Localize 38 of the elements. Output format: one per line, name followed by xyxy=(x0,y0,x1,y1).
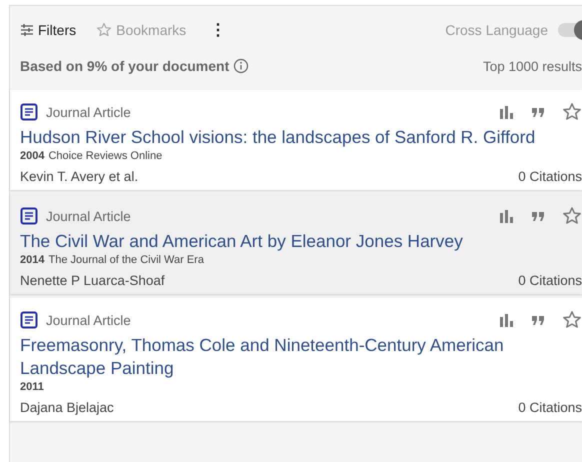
article-type: Journal Article xyxy=(46,312,131,328)
filters-button[interactable]: Filters xyxy=(20,22,76,38)
star-icon[interactable] xyxy=(562,206,582,226)
authors: Nenette P Luarca-Shoaf xyxy=(20,273,165,288)
cross-language-toggle[interactable] xyxy=(558,23,582,37)
bar-chart-icon[interactable] xyxy=(498,312,514,328)
bar-chart-icon[interactable] xyxy=(498,104,514,120)
authors: Kevin T. Avery et al. xyxy=(20,169,138,184)
toggle-label: Cross Language xyxy=(445,22,548,38)
star-icon xyxy=(96,22,112,38)
result-card[interactable]: Journal Article Hudson River School visions: the landscapes of Sanford R. Gifford 2004 Choice Reviews Online Kevin T. Avery et al. 0 Citations xyxy=(10,90,582,190)
year: 2014 xyxy=(20,254,44,266)
citation-count: 0 Citations xyxy=(518,273,582,288)
star-icon[interactable] xyxy=(562,310,582,330)
result-card[interactable]: Journal Article The Civil War and American Art by Eleanor Jones Harvey 2014 The Journal of the Civil War Era Nenette P Luarca-Shoaf 0 Citations xyxy=(10,194,582,294)
results-count: Top 1000 results xyxy=(482,58,582,74)
authors: Dajana Bjelajac xyxy=(20,400,114,415)
article-title-link[interactable]: The Civil War and American Art by Eleanor Jones Harvey xyxy=(20,230,582,253)
journal-name: Choice Reviews Online xyxy=(48,150,162,162)
citation-count: 0 Citations xyxy=(518,400,582,415)
more-button[interactable]: ⋮ xyxy=(206,20,230,40)
article-title-link[interactable]: Hudson River School visions: the landscapes of Sanford R. Gifford xyxy=(20,126,582,149)
info-icon[interactable] xyxy=(233,58,250,74)
bar-chart-icon[interactable] xyxy=(498,208,514,224)
star-icon[interactable] xyxy=(562,102,582,122)
document-icon xyxy=(20,311,38,329)
journal-name: The Journal of the Civil War Era xyxy=(48,254,204,266)
sliders-icon xyxy=(20,23,34,37)
basis-text: Based on 9% of your document xyxy=(20,58,230,74)
result-card[interactable]: Journal Article Freemasonry, Thomas Cole and Nineteenth-Century American Landscape Painting 2011 Dajana Bjelajac 0 Citations xyxy=(10,298,582,421)
article-type: Journal Article xyxy=(46,208,131,224)
year: 2011 xyxy=(20,381,44,393)
document-icon xyxy=(20,207,38,225)
article-title-link[interactable]: Freemasonry, Thomas Cole and Nineteenth-Century American Landscape Painting xyxy=(20,334,582,380)
year: 2004 xyxy=(20,150,44,162)
citation-count: 0 Citations xyxy=(518,169,582,184)
document-icon xyxy=(20,103,38,121)
article-type: Journal Article xyxy=(46,104,131,120)
